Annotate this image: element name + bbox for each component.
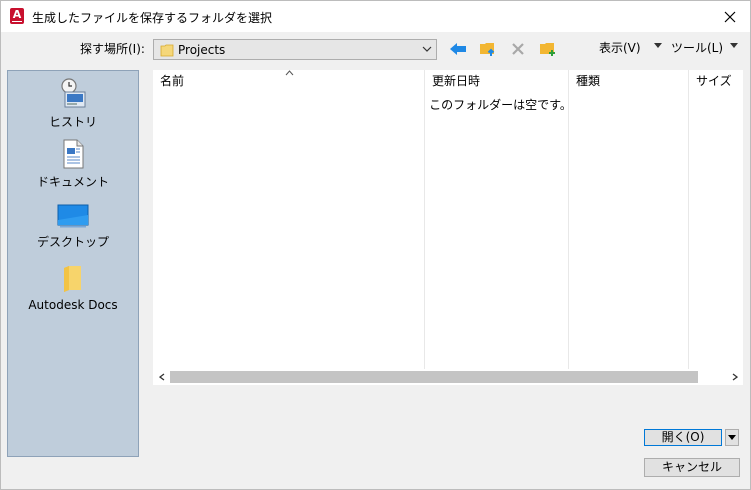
column-divider[interactable] [688, 70, 689, 369]
column-header-modified[interactable]: 更新日時 [425, 70, 568, 92]
column-divider[interactable] [568, 70, 569, 369]
open-button[interactable]: 開く(O) [644, 429, 722, 446]
horizontal-scrollbar[interactable] [153, 369, 743, 385]
place-desktop-label: デスクトップ [36, 235, 109, 249]
dialog-title: 生成したファイルを保存するフォルダを選択 [32, 11, 273, 25]
tools-menu[interactable]: ツール(L) [671, 39, 723, 56]
column-header-modified-label: 更新日時 [432, 74, 481, 88]
back-button[interactable] [447, 39, 469, 59]
desktop-icon [57, 204, 89, 228]
folder-up-icon [480, 43, 495, 56]
look-in-label: 探す場所(I): [80, 42, 145, 56]
scroll-right-button[interactable] [726, 369, 743, 385]
title-bar: A 生成したファイルを保存するフォルダを選択 [1, 1, 750, 32]
chevron-right-icon [732, 373, 738, 381]
places-bar: ヒストリ ドキュメント デスクトップ Autodesk Docs [7, 70, 139, 457]
column-divider[interactable] [424, 70, 425, 369]
look-in-value: Projects [178, 43, 226, 57]
column-header-type-label: 種類 [576, 74, 601, 88]
tools-menu-dropdown-icon[interactable] [730, 43, 738, 49]
new-folder-icon [540, 43, 555, 56]
place-autodesk-docs-label: Autodesk Docs [28, 298, 118, 312]
sort-ascending-icon [285, 70, 294, 76]
place-history-label: ヒストリ [48, 115, 97, 129]
open-dropdown-button[interactable] [725, 429, 739, 446]
up-folder-button[interactable] [477, 39, 499, 59]
place-documents-label: ドキュメント [36, 175, 109, 189]
scroll-left-button[interactable] [153, 369, 170, 385]
column-header-name[interactable]: 名前 [153, 70, 424, 92]
autocad-app-icon: A [10, 8, 24, 24]
close-button[interactable] [710, 1, 750, 32]
documents-icon [63, 139, 84, 169]
history-icon [61, 78, 86, 108]
column-header-name-label: 名前 [160, 74, 185, 88]
place-desktop[interactable]: デスクトップ [8, 203, 138, 250]
column-header-size[interactable]: サイズ [689, 70, 743, 92]
folder-icon [160, 44, 174, 57]
tools-menu-label: ツール(L) [671, 41, 724, 55]
view-menu-label: 表示(V) [599, 41, 641, 55]
place-documents[interactable]: ドキュメント [8, 139, 138, 190]
place-history[interactable]: ヒストリ [8, 77, 138, 130]
chevron-down-icon [728, 435, 736, 440]
app-icon-letter: A [12, 8, 22, 21]
chevron-left-icon [158, 373, 164, 381]
chevron-down-icon [422, 46, 432, 52]
dialog-window: A 生成したファイルを保存するフォルダを選択 探す場所(I): Projects [0, 0, 751, 490]
view-menu-dropdown-icon[interactable] [654, 43, 662, 49]
look-in-combobox[interactable]: Projects [153, 39, 437, 60]
folder-icon [64, 266, 81, 292]
column-header-size-label: サイズ [696, 74, 732, 88]
new-folder-button[interactable] [537, 39, 559, 59]
delete-button[interactable] [507, 39, 529, 59]
cancel-button[interactable]: キャンセル [644, 458, 740, 477]
file-list-view[interactable]: 名前 更新日時 種類 サイズ このフォルダーは空です。 [153, 70, 743, 369]
column-header-type[interactable]: 種類 [569, 70, 688, 92]
place-autodesk-docs[interactable]: Autodesk Docs [8, 264, 138, 312]
view-menu[interactable]: 表示(V) [599, 39, 641, 56]
close-icon [724, 11, 736, 22]
back-arrow-icon [450, 43, 466, 55]
scroll-thumb[interactable] [170, 371, 698, 383]
delete-icon [512, 43, 524, 55]
empty-folder-message: このフォルダーは空です。 [429, 98, 572, 112]
